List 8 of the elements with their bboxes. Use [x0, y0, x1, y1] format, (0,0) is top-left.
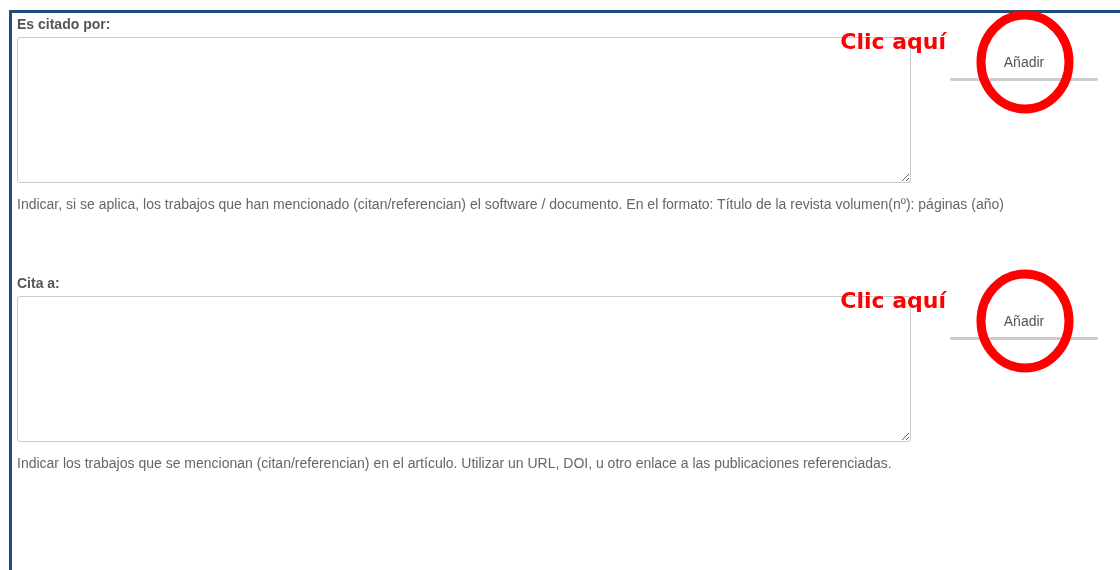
annotation-circle-icon — [976, 269, 1074, 373]
help-text: Indicar los trabajos que se mencionan (citan/referencian) en el artículo. Utilizar un URL, DOI, u otro enlace a las publicaciones referenciadas. — [17, 454, 893, 473]
help-text: Indicar, si se aplica, los trabajos que han mencionado (citan/referencian) el software / documento. En el formato: Título de la revista volumen(nº): páginas (año) — [17, 195, 1005, 214]
annotation-text: Clic aquí — [840, 29, 946, 54]
field-label: Es citado por: — [17, 15, 112, 34]
annotation-text: Clic aquí — [840, 288, 946, 313]
annotation-circle-icon — [976, 10, 1074, 114]
field-label: Cita a: — [17, 274, 61, 293]
